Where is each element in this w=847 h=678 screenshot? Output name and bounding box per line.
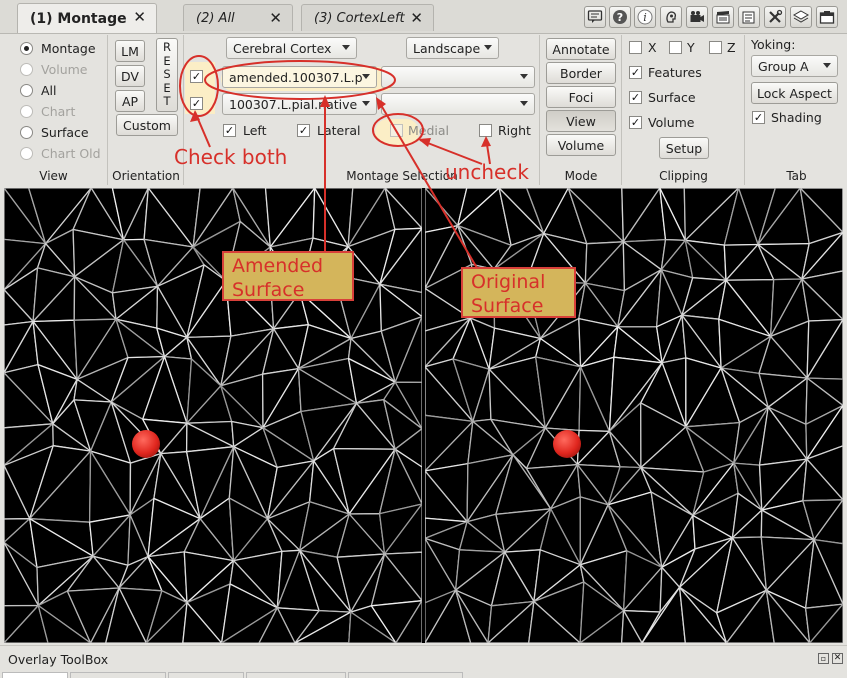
callout-line: Original	[471, 271, 546, 293]
overlay-tab[interactable]	[2, 672, 68, 678]
annotation-check-both: Check both	[174, 145, 288, 169]
annotation-uncheck: uncheck	[445, 160, 529, 184]
arrowhead	[481, 136, 491, 147]
medial-circle	[372, 113, 424, 147]
callout-line: Surface	[232, 279, 305, 301]
amended-surface-circle	[204, 60, 396, 100]
annotation-arrows	[179, 55, 491, 269]
float-icon[interactable]: ▫	[818, 653, 829, 664]
overlay-toolbox-title: Overlay ToolBox	[8, 652, 109, 667]
callout-amended-surface: Amended Surface	[222, 251, 354, 301]
callout-line: Surface	[471, 295, 544, 317]
overlay-tab[interactable]	[246, 672, 346, 678]
arrowhead	[376, 97, 386, 110]
overlay-tab[interactable]	[168, 672, 244, 678]
callout-line: Amended	[232, 255, 324, 277]
callout-original-surface: Original Surface	[461, 267, 576, 318]
overlay-tab[interactable]	[348, 672, 463, 678]
arrowhead	[418, 138, 431, 147]
close-icon[interactable]: ✕	[832, 653, 843, 664]
overlay-toolbox-bar: Overlay ToolBox ▫ ✕	[0, 645, 847, 678]
arrow-original	[377, 99, 478, 269]
overlay-tab[interactable]	[70, 672, 166, 678]
arrowhead	[320, 95, 330, 107]
check-both-circle	[179, 55, 219, 117]
